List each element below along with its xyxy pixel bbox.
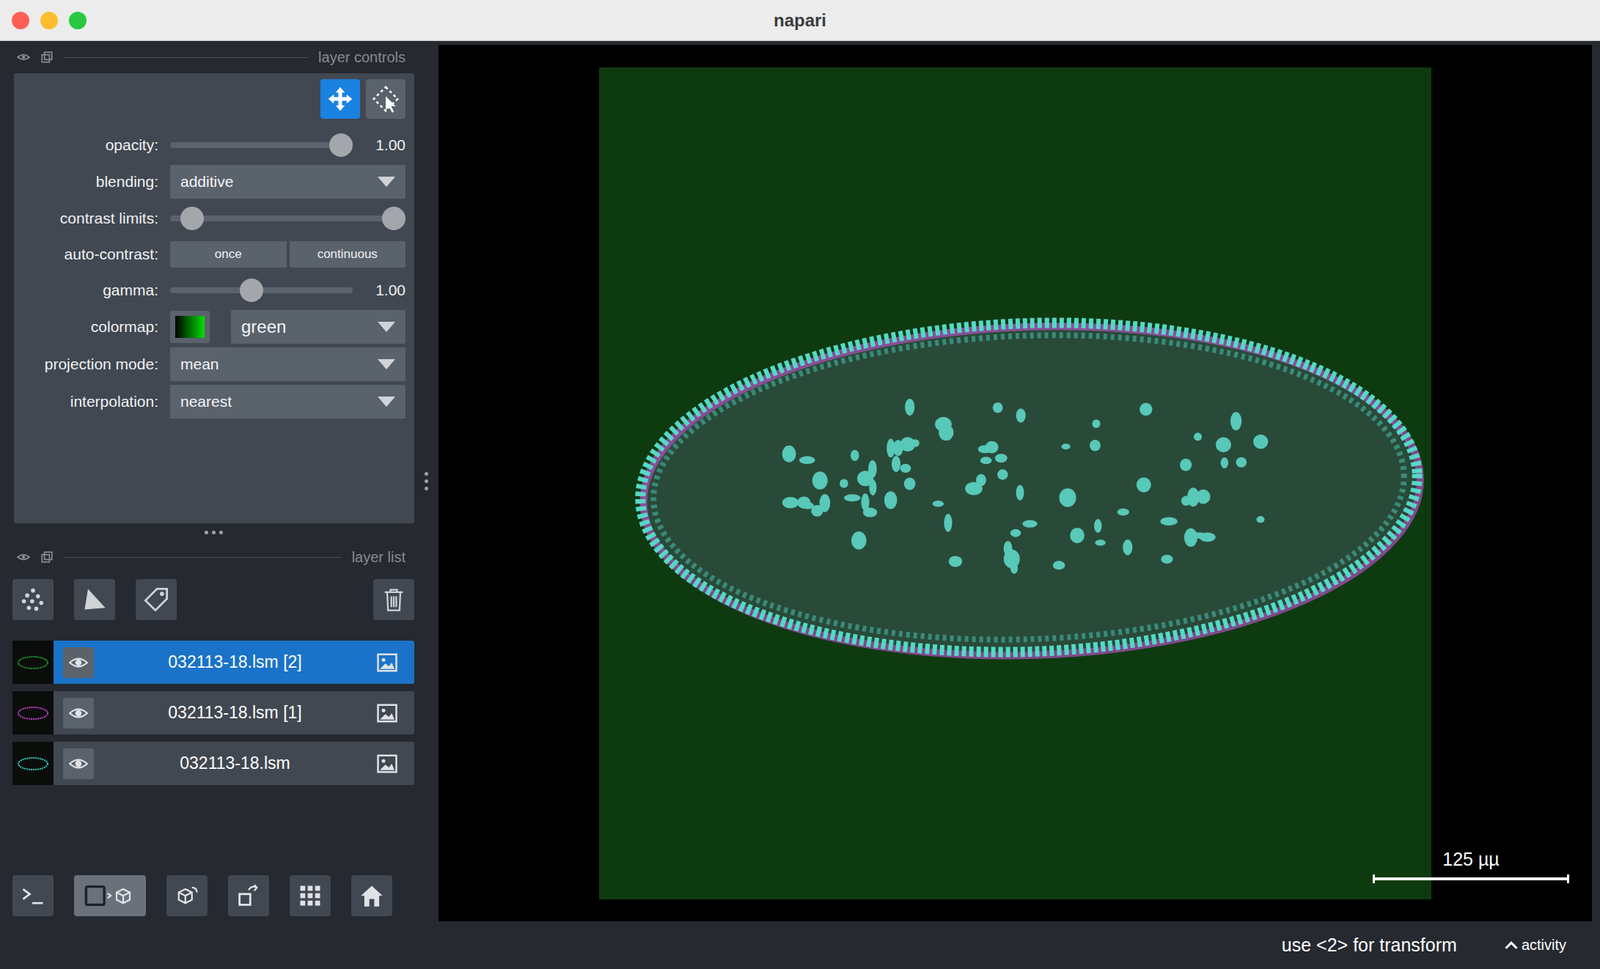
range-low-handle[interactable] — [180, 206, 204, 231]
new-points-button[interactable] — [12, 579, 54, 621]
window-title: napari — [146, 10, 1454, 31]
visibility-toggle[interactable] — [63, 748, 94, 780]
layer-name[interactable]: 032113-18.lsm [1] — [93, 703, 377, 724]
title-bar: napari — [0, 0, 1600, 42]
slider[interactable] — [170, 133, 353, 157]
control-label: colormap: — [13, 318, 159, 336]
slider[interactable] — [170, 278, 353, 303]
auto-contrast-button[interactable]: once — [170, 241, 287, 268]
dropdown[interactable]: additive — [170, 164, 406, 199]
transpose-button[interactable] — [228, 875, 270, 917]
left-dock: layer controls opacity: 1.00 blending: ad… — [0, 41, 439, 922]
control-label: contrast limits: — [13, 209, 159, 228]
range-slider[interactable] — [170, 206, 406, 231]
visibility-toggle[interactable] — [63, 698, 94, 729]
float-icon[interactable] — [40, 550, 54, 564]
dropdown[interactable]: nearest — [170, 384, 406, 419]
image-view — [599, 67, 1432, 900]
trash-icon — [380, 586, 407, 614]
new-labels-button[interactable] — [135, 579, 177, 621]
move-tool-button[interactable] — [320, 79, 361, 119]
control-label: projection mode: — [13, 355, 159, 374]
control-label: gamma: — [13, 281, 159, 300]
dropdown-arrow-icon — [377, 176, 396, 187]
new-shapes-button[interactable] — [74, 579, 116, 621]
zoom-button[interactable] — [68, 11, 87, 30]
eye-icon — [68, 754, 88, 774]
image-layer-icon — [376, 651, 399, 674]
console-icon — [19, 882, 47, 910]
roll-dims-button[interactable] — [166, 875, 208, 917]
chevron-up-icon — [1503, 938, 1519, 954]
minimize-button[interactable] — [40, 11, 58, 30]
control-label: blending: — [13, 173, 159, 191]
image-layer-icon — [376, 753, 399, 776]
dropdown-arrow-icon — [377, 321, 396, 333]
visibility-toggle[interactable] — [63, 647, 94, 679]
hide-eye-icon[interactable] — [16, 50, 31, 64]
transform-tool-button[interactable] — [365, 79, 406, 119]
range-high-handle[interactable] — [382, 206, 406, 231]
slider-value: 1.00 — [361, 136, 406, 154]
home-icon — [358, 882, 385, 910]
layer-thumbnail — [12, 691, 54, 735]
layer-list: 032113-18.lsm [2] 032113-18.lsm [1] 0321… — [12, 640, 415, 876]
viewer-canvas[interactable]: 125 µµ — [438, 44, 1592, 922]
slider-handle[interactable] — [239, 278, 264, 303]
points-icon — [19, 586, 47, 614]
layer-controls-panel: opacity: 1.00 blending: additive contrast… — [13, 73, 415, 524]
ndisplay-toggle[interactable] — [74, 875, 146, 917]
console-button[interactable] — [12, 875, 54, 917]
delete-layer-button[interactable] — [373, 579, 415, 621]
auto-contrast-button[interactable]: continuous — [289, 241, 407, 268]
dropdown-arrow-icon — [377, 359, 396, 370]
transpose-icon — [235, 882, 262, 910]
napari-window: napari layer controls opacity: 1.00 blend… — [0, 0, 1600, 969]
control-label: interpolation: — [13, 393, 159, 411]
tag-icon — [142, 586, 170, 614]
float-icon[interactable] — [40, 50, 54, 64]
scale-bar: 125 µµ — [1372, 849, 1570, 884]
roll-cube-icon — [173, 882, 201, 910]
shapes-icon — [81, 586, 108, 614]
move-arrows-icon — [325, 84, 355, 114]
2d-3d-icon — [83, 882, 137, 910]
control-label: opacity: — [13, 136, 159, 154]
layer-name[interactable]: 032113-18.lsm [2] — [93, 652, 377, 673]
status-bar: use <2> for transform activity — [0, 921, 1600, 969]
control-label: auto-contrast: — [13, 245, 159, 264]
image-layer-icon — [376, 702, 399, 725]
grid-view-button[interactable] — [289, 875, 331, 917]
dropdown-arrow-icon — [377, 396, 396, 407]
layer-list-header: layer list — [12, 541, 415, 574]
grid-icon — [296, 882, 324, 910]
layer-row[interactable]: 032113-18.lsm — [12, 742, 415, 786]
splitter-handle[interactable] — [12, 523, 415, 542]
home-button[interactable] — [351, 875, 393, 917]
hide-eye-icon[interactable] — [16, 550, 31, 564]
layer-row[interactable]: 032113-18.lsm [1] — [12, 691, 415, 735]
layer-controls-header: layer controls — [12, 41, 415, 74]
activity-button[interactable]: activity — [1503, 937, 1567, 954]
eye-icon — [68, 653, 88, 673]
slider-value: 1.00 — [361, 281, 406, 300]
dock-splitter[interactable] — [414, 41, 439, 922]
layer-row[interactable]: 032113-18.lsm [2] — [12, 640, 415, 685]
colormap-swatch[interactable] — [170, 310, 210, 344]
layer-thumbnail — [12, 742, 54, 786]
close-button[interactable] — [11, 11, 30, 30]
colormap-dropdown[interactable]: green — [230, 310, 406, 344]
layer-thumbnail — [12, 640, 54, 685]
dropdown[interactable]: mean — [170, 347, 406, 382]
slider-handle[interactable] — [329, 133, 353, 157]
eye-icon — [68, 703, 88, 724]
transform-select-icon — [371, 84, 401, 114]
layer-name[interactable]: 032113-18.lsm — [93, 753, 377, 774]
status-message: use <2> for transform — [1281, 934, 1458, 957]
